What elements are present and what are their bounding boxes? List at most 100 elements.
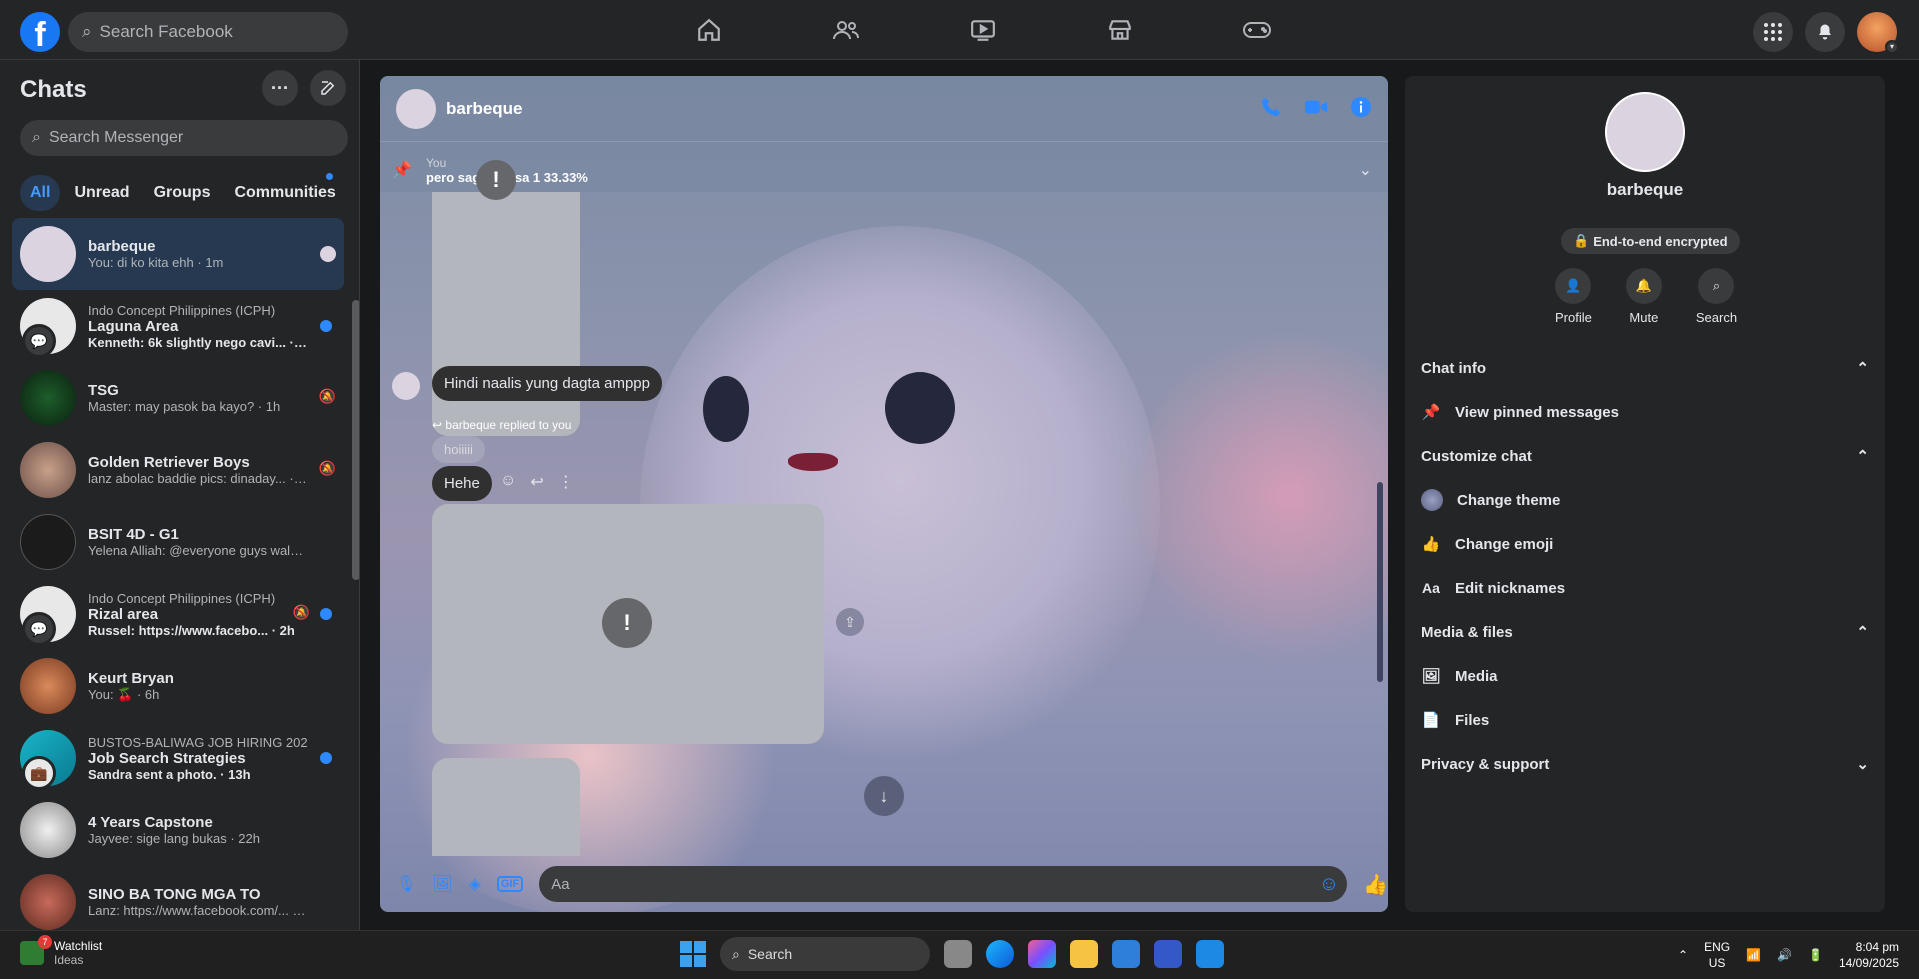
filter-all[interactable]: All <box>20 175 61 211</box>
chat-item-rizal-area[interactable]: 💬 Indo Concept Philippines (ICPH) Rizal … <box>12 578 344 650</box>
chat-item-4-years-capstone[interactable]: 4 Years Capstone Jayvee: sige lang bukas… <box>12 794 344 866</box>
video-icon[interactable] <box>914 0 1051 60</box>
notepad-icon[interactable] <box>1112 940 1140 968</box>
chat-item-laguna-area[interactable]: 💬 Indo Concept Philippines (ICPH) Laguna… <box>12 290 344 362</box>
filter-unread[interactable]: Unread <box>64 175 139 211</box>
wifi-icon[interactable]: 📶 <box>1746 948 1761 962</box>
error-icon: ! <box>476 160 516 200</box>
sticker-icon[interactable]: ◈ <box>469 874 481 894</box>
chat-item-golden-retriever-boys[interactable]: Golden Retriever Boys lanz abolac baddie… <box>12 434 344 506</box>
chat-name: Golden Retriever Boys <box>88 454 250 471</box>
clock[interactable]: 8:04 pm 14/09/2025 <box>1839 939 1899 971</box>
avatar <box>392 372 420 400</box>
home-icon[interactable] <box>640 0 777 60</box>
conversation-scroll-thumb[interactable] <box>1377 482 1383 682</box>
message-input[interactable]: Aa ☺ <box>539 866 1348 902</box>
privacy-support-section[interactable]: Privacy & support ⌄ <box>1405 742 1885 786</box>
view-pinned-messages[interactable]: 📌 View pinned messages <box>1405 390 1885 434</box>
language-label[interactable]: ENG <box>1704 939 1730 955</box>
chevron-down-icon[interactable]: ⌄ <box>1359 160 1372 180</box>
community-chat-icon: 💬 <box>22 612 56 646</box>
message-bubble[interactable]: Hehe <box>432 466 492 501</box>
change-emoji[interactable]: 👍 Change emoji <box>1405 522 1885 566</box>
video-call-icon[interactable] <box>1304 96 1328 118</box>
more-options-button[interactable]: ··· <box>262 70 298 106</box>
image-attachment-placeholder[interactable] <box>432 758 580 856</box>
sidebar-scrollbar[interactable] <box>352 240 359 920</box>
avatar <box>20 226 76 282</box>
messenger-search-input[interactable]: ⌕ Search Messenger <box>20 120 348 156</box>
change-theme[interactable]: Change theme <box>1405 478 1885 522</box>
windows-start-icon[interactable] <box>680 941 706 967</box>
account-avatar[interactable]: ▾ <box>1857 12 1899 54</box>
pinned-message-bar[interactable]: 📌 You pero sagot ko sa 1 33.33% ⌄ <box>380 142 1388 192</box>
gif-icon[interactable]: GIF <box>496 876 524 892</box>
edge-browser-icon[interactable] <box>986 940 1014 968</box>
media-files-section[interactable]: Media & files ⌃ <box>1405 610 1885 654</box>
chat-last-message: Jayvee: sige lang bukas · 22h <box>88 831 260 846</box>
chat-name: barbeque <box>88 238 156 255</box>
battery-icon[interactable]: 🔋 <box>1808 948 1823 962</box>
friends-icon[interactable] <box>777 0 914 60</box>
chat-item-barbeque[interactable]: barbeque You: di ko kita ehh · 1m <box>12 218 344 290</box>
emoji-icon[interactable]: ☺ <box>1319 873 1339 896</box>
volume-icon[interactable]: 🔊 <box>1777 948 1792 962</box>
filter-groups[interactable]: Groups <box>144 175 221 211</box>
customize-chat-section[interactable]: Customize chat ⌃ <box>1405 434 1885 478</box>
task-view-icon[interactable] <box>944 940 972 968</box>
edit-nicknames[interactable]: Aa Edit nicknames <box>1405 566 1885 610</box>
new-message-button[interactable] <box>310 70 346 106</box>
mute-action[interactable]: 🔔 Mute <box>1625 268 1662 325</box>
notifications-bell-icon[interactable] <box>1805 12 1845 52</box>
facebook-logo[interactable]: f <box>20 12 60 52</box>
theme-icon <box>1421 489 1443 511</box>
avatar[interactable] <box>1605 92 1685 172</box>
chat-item-sino-ba-tong-mga-to[interactable]: SINO BA TONG MGA TO Lanz: https://www.fa… <box>12 866 344 930</box>
pin-icon: 📌 <box>1421 404 1441 421</box>
files[interactable]: 📄 Files <box>1405 698 1885 742</box>
chat-item-keurt-bryan[interactable]: Keurt Bryan You: 🍒 · 6h <box>12 650 344 722</box>
facebook-search-input[interactable]: ⌕ Search Facebook <box>68 12 348 52</box>
menu-grid-icon[interactable] <box>1753 12 1793 52</box>
encryption-badge[interactable]: 🔒 End-to-end encrypted <box>1561 228 1740 254</box>
search-action[interactable]: ⌕ Search <box>1696 268 1737 325</box>
replied-quote[interactable]: hoiiiii <box>432 436 485 463</box>
chat-item-bsit-4d-g1[interactable]: BSIT 4D - G1 Yelena Alliah: @everyone gu… <box>12 506 344 578</box>
media[interactable]: 🖼 Media <box>1405 654 1885 698</box>
scroll-to-bottom-button[interactable]: ↓ <box>864 776 904 816</box>
muted-bell-icon: 🔕 <box>292 604 310 620</box>
chat-info-section[interactable]: Chat info ⌃ <box>1405 346 1885 390</box>
thumbs-up-icon[interactable]: 👍 <box>1363 872 1388 897</box>
thumbs-up-icon: 👍 <box>1421 536 1441 553</box>
marketplace-icon[interactable] <box>1051 0 1188 60</box>
profile-action[interactable]: 👤 Profile <box>1555 268 1592 325</box>
share-icon[interactable]: ⇪ <box>836 608 864 636</box>
conversation-name[interactable]: barbeque <box>446 99 523 119</box>
copilot-icon[interactable] <box>1028 940 1056 968</box>
avatar[interactable] <box>396 88 436 129</box>
chat-item-job-search-strategies[interactable]: 💼 BUSTOS-BALIWAG JOB HIRING 2025 Job Sea… <box>12 722 344 794</box>
filter-communities[interactable]: Communities <box>224 175 345 211</box>
message-bubble[interactable]: Hindi naalis yung dagta amppp <box>432 366 662 401</box>
sidebar-scroll-thumb[interactable] <box>352 300 359 580</box>
conversation-scrollbar[interactable] <box>1376 202 1384 852</box>
store-app-icon[interactable] <box>1154 940 1182 968</box>
chat-item-tsg[interactable]: TSG Master: may pasok ba kayo? · 1h 🔕 <box>12 362 344 434</box>
react-emoji-icon[interactable]: ☺ <box>500 472 516 492</box>
chevron-up-icon[interactable]: ⌃ <box>1678 948 1688 962</box>
taskbar-search[interactable]: ⌕ Search <box>720 937 930 971</box>
gaming-icon[interactable] <box>1188 0 1325 60</box>
photo-icon[interactable]: 🖼 <box>432 874 452 894</box>
phone-icon[interactable] <box>1260 96 1282 118</box>
vscode-icon[interactable] <box>1196 940 1224 968</box>
more-vertical-icon[interactable]: ⋮ <box>558 472 574 492</box>
reply-icon[interactable]: ↩ <box>530 472 543 492</box>
top-right-controls: ▾ <box>1753 12 1899 54</box>
chat-last-message: Sandra sent a photo. · 13h <box>88 766 251 782</box>
watchlist-widget[interactable]: 7 Watchlist Ideas <box>20 935 102 967</box>
info-icon[interactable] <box>1350 96 1372 118</box>
community-name: Indo Concept Philippines (ICPH) <box>88 302 276 318</box>
file-explorer-icon[interactable] <box>1070 940 1098 968</box>
microphone-icon[interactable]: 🎙 <box>396 874 416 894</box>
avatar: 💼 <box>20 730 76 790</box>
